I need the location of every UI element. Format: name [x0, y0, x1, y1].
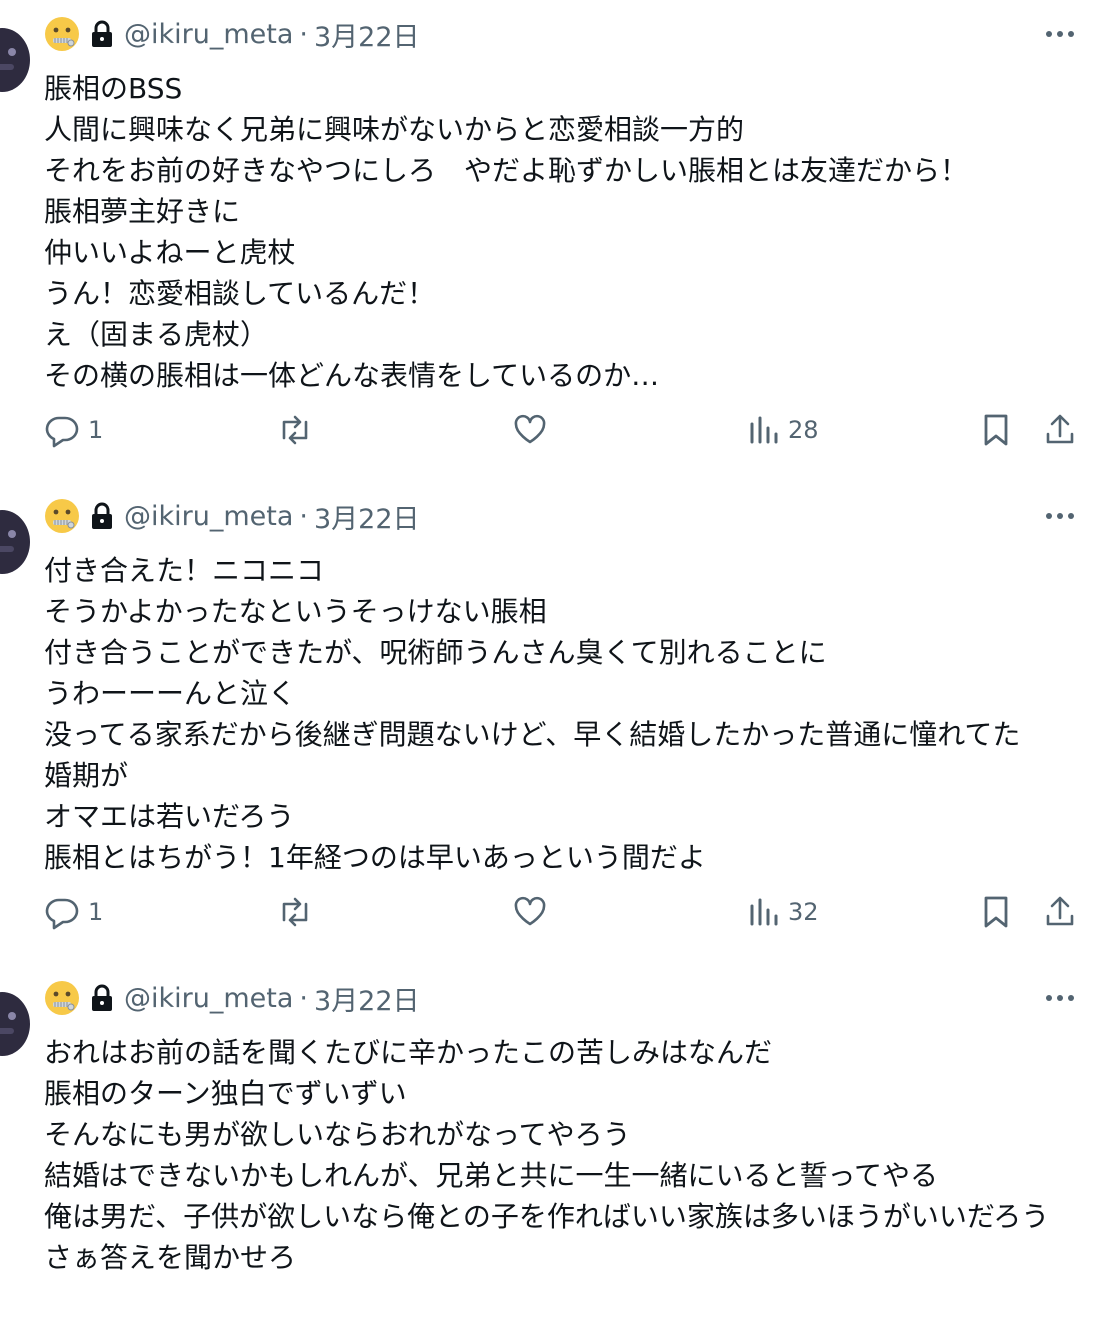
tweet-line: 没ってる家系だから後継ぎ問題ないけど、早く結婚したかった普通に憧れてた 婚期が [44, 718, 1049, 792]
tweet-date[interactable]: 3月22日 [314, 15, 420, 54]
reply-count: 1 [88, 898, 104, 926]
action-bar: 1 28 [44, 408, 1084, 452]
tweet-line: それをお前の好きなやつにしろ やだよ恥ずかしい脹相とは友達だから！ [44, 154, 969, 187]
tweet-line: 脹相のBSS [44, 72, 183, 105]
repost-icon [276, 412, 314, 448]
tweet-header: @ikiru_meta · 3月22日 [44, 976, 420, 1020]
lock-icon [88, 500, 116, 532]
tweet-line: 付き合うことができたが、呪術師うんさん臭くて別れることに [44, 636, 827, 669]
reply-count: 1 [88, 416, 104, 444]
bookmark-icon [980, 894, 1012, 930]
tweet-line: うわーーーんと泣く [44, 677, 297, 710]
tweet-line: 結婚はできないかもしれんが、兄弟と共に一生一緒にいると誓ってやる [44, 1159, 939, 1192]
more-icon[interactable] [1042, 980, 1078, 1016]
tweet-line: 人間に興味なく兄弟に興味がないからと恋愛相談一方的 [44, 113, 745, 146]
share-icon [1044, 894, 1076, 930]
reply-icon [44, 412, 80, 448]
tweet-line: 脹相夢主好きに [44, 195, 241, 228]
tweet-text: 脹相のBSS 人間に興味なく兄弟に興味がないからと恋愛相談一方的それをお前の好きな… [44, 68, 1074, 396]
user-handle[interactable]: @ikiru_meta [124, 501, 293, 532]
user-handle[interactable]: @ikiru_meta [124, 19, 293, 50]
tweet-line: さぁ答えを聞かせろ [44, 1241, 297, 1274]
tweet-line: そうかよかったなというそっけない脹相 [44, 595, 547, 628]
tweet-header: @ikiru_meta · 3月22日 [44, 12, 420, 56]
tweet-line: え（固まる虎杖） [44, 318, 269, 351]
views-count: 32 [788, 898, 819, 926]
tweet-date[interactable]: 3月22日 [314, 979, 420, 1018]
reply-icon [44, 894, 80, 930]
views-count: 28 [788, 416, 819, 444]
separator-dot: · [299, 18, 308, 50]
tweet-line: 仲いいよねーと虎杖 [44, 236, 296, 269]
like-button[interactable] [512, 890, 548, 934]
tweet-line: 付き合えた！ニコニコ [44, 554, 325, 587]
tweet-line: 脹相のターン独白でずいずい [44, 1077, 407, 1110]
more-icon[interactable] [1042, 498, 1078, 534]
reply-button[interactable]: 1 [44, 890, 103, 934]
bookmark-icon [980, 412, 1012, 448]
separator-dot: · [299, 500, 308, 532]
avatar[interactable] [0, 28, 30, 92]
tweet-line: そんなにも男が欲しいならおれがなってやろう [44, 1118, 631, 1151]
user-handle[interactable]: @ikiru_meta [124, 983, 293, 1014]
zipper-mouth-face-icon [44, 16, 80, 52]
repost-icon [276, 894, 314, 930]
reply-button[interactable]: 1 [44, 408, 103, 452]
tweet-header: @ikiru_meta · 3月22日 [44, 494, 420, 538]
zipper-mouth-face-icon [44, 980, 80, 1016]
bookmark-button[interactable] [980, 408, 1012, 452]
tweet-text: 付き合えた！ニコニコそうかよかったなというそっけない脹相付き合うことができたが、… [44, 550, 1074, 878]
tweet-date[interactable]: 3月22日 [314, 497, 420, 536]
avatar[interactable] [0, 992, 30, 1056]
tweet-line: その横の脹相は一体どんな表情をしているのか… [44, 359, 660, 392]
repost-button[interactable] [276, 890, 314, 934]
lock-icon [88, 18, 116, 50]
action-bar: 1 32 [44, 890, 1084, 934]
tweet-line: 俺は男だ、子供が欲しいなら俺との子を作ればいい家族は多いほうがいいだろう [44, 1200, 1050, 1233]
repost-button[interactable] [276, 408, 314, 452]
more-icon[interactable] [1042, 16, 1078, 52]
separator-dot: · [299, 982, 308, 1014]
views-button[interactable]: 32 [748, 890, 819, 934]
bookmark-button[interactable] [980, 890, 1012, 934]
like-icon [512, 412, 548, 448]
like-button[interactable] [512, 408, 548, 452]
tweet-line: 脹相とはちがう！1年経つのは早いあっという間だよ [44, 841, 706, 874]
views-icon [748, 412, 780, 448]
share-icon [1044, 412, 1076, 448]
like-icon [512, 894, 548, 930]
share-button[interactable] [1044, 408, 1076, 452]
tweet-line: うん！恋愛相談しているんだ！ [44, 277, 436, 310]
views-button[interactable]: 28 [748, 408, 819, 452]
lock-icon [88, 982, 116, 1014]
tweet-text: おれはお前の話を聞くたびに辛かったこの苦しみはなんだ 脹相のターン独白でずいずいそ… [44, 1032, 1074, 1278]
tweet-line: おれはお前の話を聞くたびに辛かったこの苦しみはなんだ [44, 1036, 773, 1069]
zipper-mouth-face-icon [44, 498, 80, 534]
avatar[interactable] [0, 510, 30, 574]
views-icon [748, 894, 780, 930]
tweet-line: オマエは若いだろう [44, 800, 295, 833]
share-button[interactable] [1044, 890, 1076, 934]
